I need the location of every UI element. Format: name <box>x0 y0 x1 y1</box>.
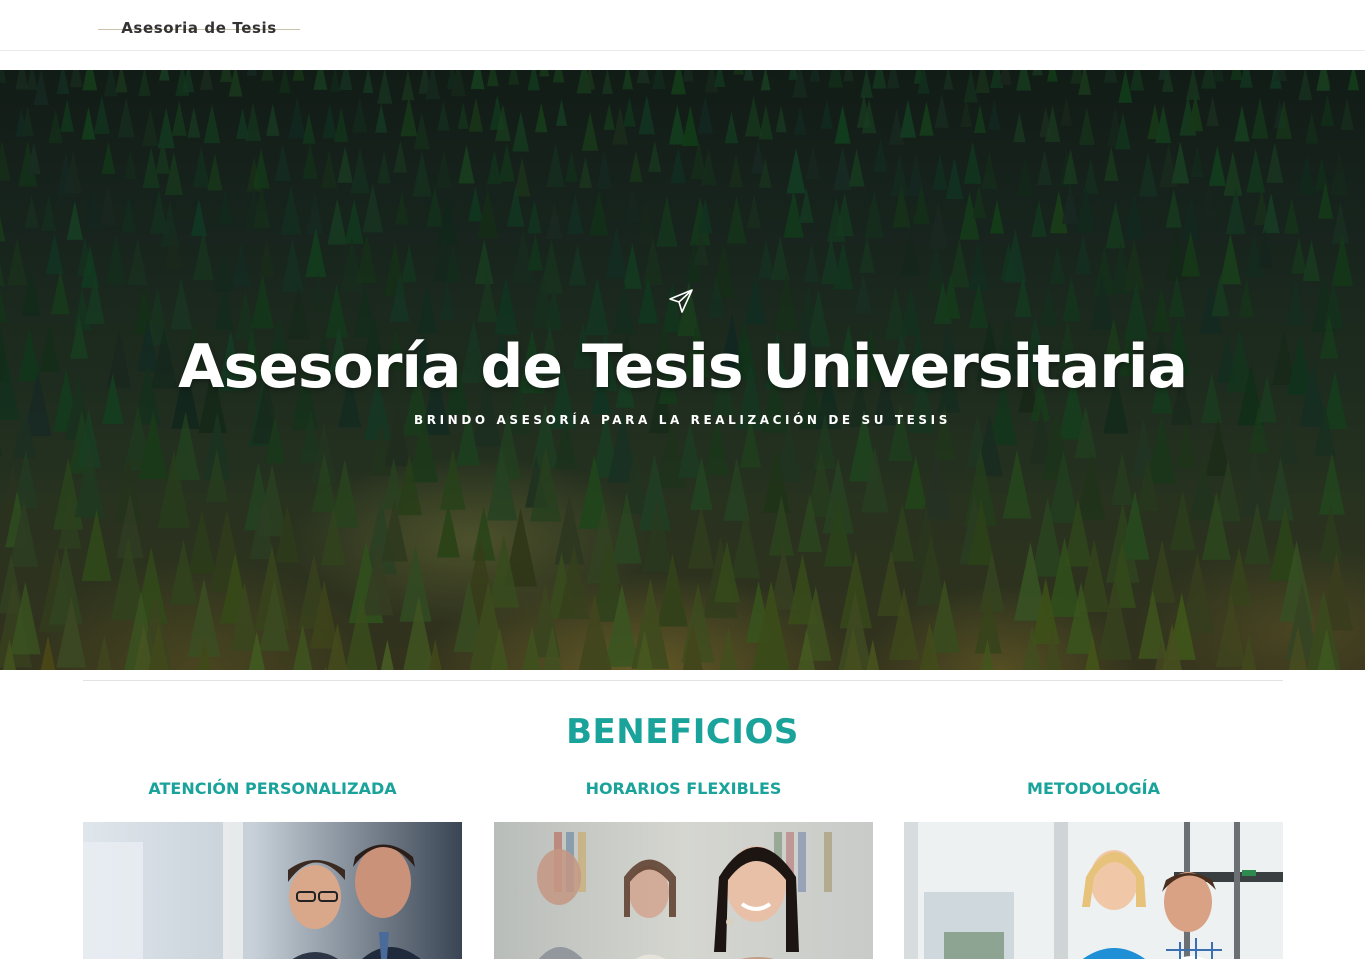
hero-subtitle: BRINDO ASESORÍA PARA LA REALIZACIÓN DE S… <box>414 413 951 427</box>
brand-logo-link[interactable]: Asesoria de Tesis <box>98 17 300 39</box>
top-navbar: Asesoria de Tesis <box>0 0 1365 51</box>
hero-title: Asesoría de Tesis Universitaria <box>178 332 1188 402</box>
benefit-card-flexible-hours: HORARIOS FLEXIBLES <box>494 778 873 959</box>
students-library-photo <box>494 822 873 959</box>
hero-banner: Asesoría de Tesis Universitaria BRINDO A… <box>0 70 1365 670</box>
benefit-title: ATENCIÓN PERSONALIZADA <box>148 779 397 798</box>
section-divider <box>83 680 1283 681</box>
benefit-card-personalized: ATENCIÓN PERSONALIZADA <box>83 778 462 959</box>
benefit-card-methodology: METODOLOGÍA <box>904 778 1283 959</box>
brand-name: Asesoria de Tesis <box>121 19 277 37</box>
team-office-photo <box>904 822 1283 959</box>
send-icon <box>669 289 693 313</box>
benefit-title: METODOLOGÍA <box>1027 779 1160 798</box>
benefit-title: HORARIOS FLEXIBLES <box>585 779 782 798</box>
benefits-title: BENEFICIOS <box>566 712 799 752</box>
business-meeting-photo <box>83 822 462 959</box>
